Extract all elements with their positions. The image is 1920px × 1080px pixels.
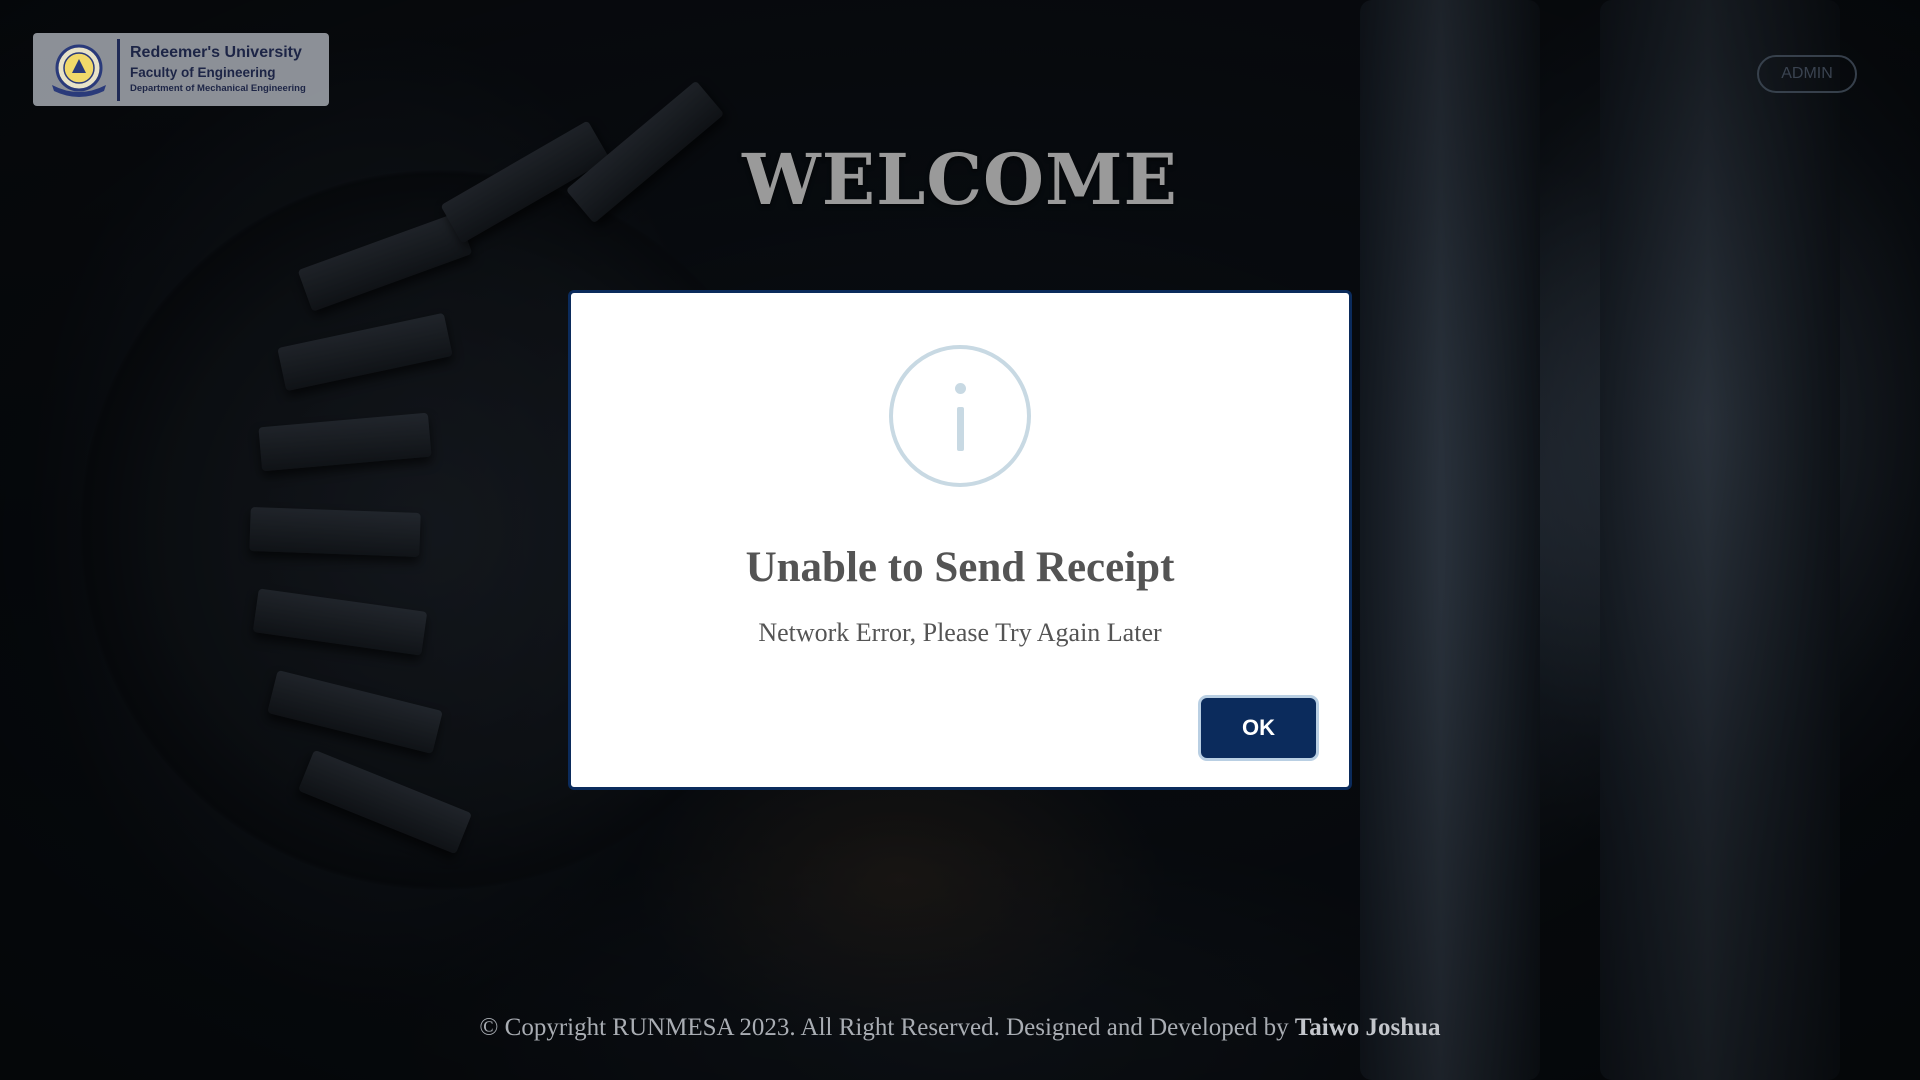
university-name: Redeemer's University: [130, 44, 302, 62]
author-name: Taiwo Joshua: [1294, 1014, 1441, 1041]
info-icon: [889, 345, 1031, 487]
welcome-heading: WELCOME: [742, 138, 1178, 221]
department-name: Department of Mechanical Engineering: [130, 82, 306, 94]
faculty-name: Faculty of Engineering: [130, 65, 276, 81]
info-icon-bar: [957, 407, 964, 451]
copyright-text: © Copyright RUNMESA 2023. All Right Rese…: [479, 1014, 1289, 1041]
alert-dialog: Unable to Send Receipt Network Error, Pl…: [568, 290, 1352, 790]
footer: © Copyright RUNMESA 2023. All Right Rese…: [0, 1014, 1920, 1042]
admin-button[interactable]: ADMIN: [1757, 55, 1857, 93]
info-icon-dot: [955, 383, 966, 394]
dialog-title: Unable to Send Receipt: [745, 544, 1175, 591]
university-logo[interactable]: Redeemer's University Faculty of Enginee…: [33, 33, 329, 106]
crest-icon: [41, 38, 120, 101]
dialog-message: Network Error, Please Try Again Later: [758, 618, 1162, 647]
ok-button[interactable]: OK: [1201, 698, 1316, 758]
